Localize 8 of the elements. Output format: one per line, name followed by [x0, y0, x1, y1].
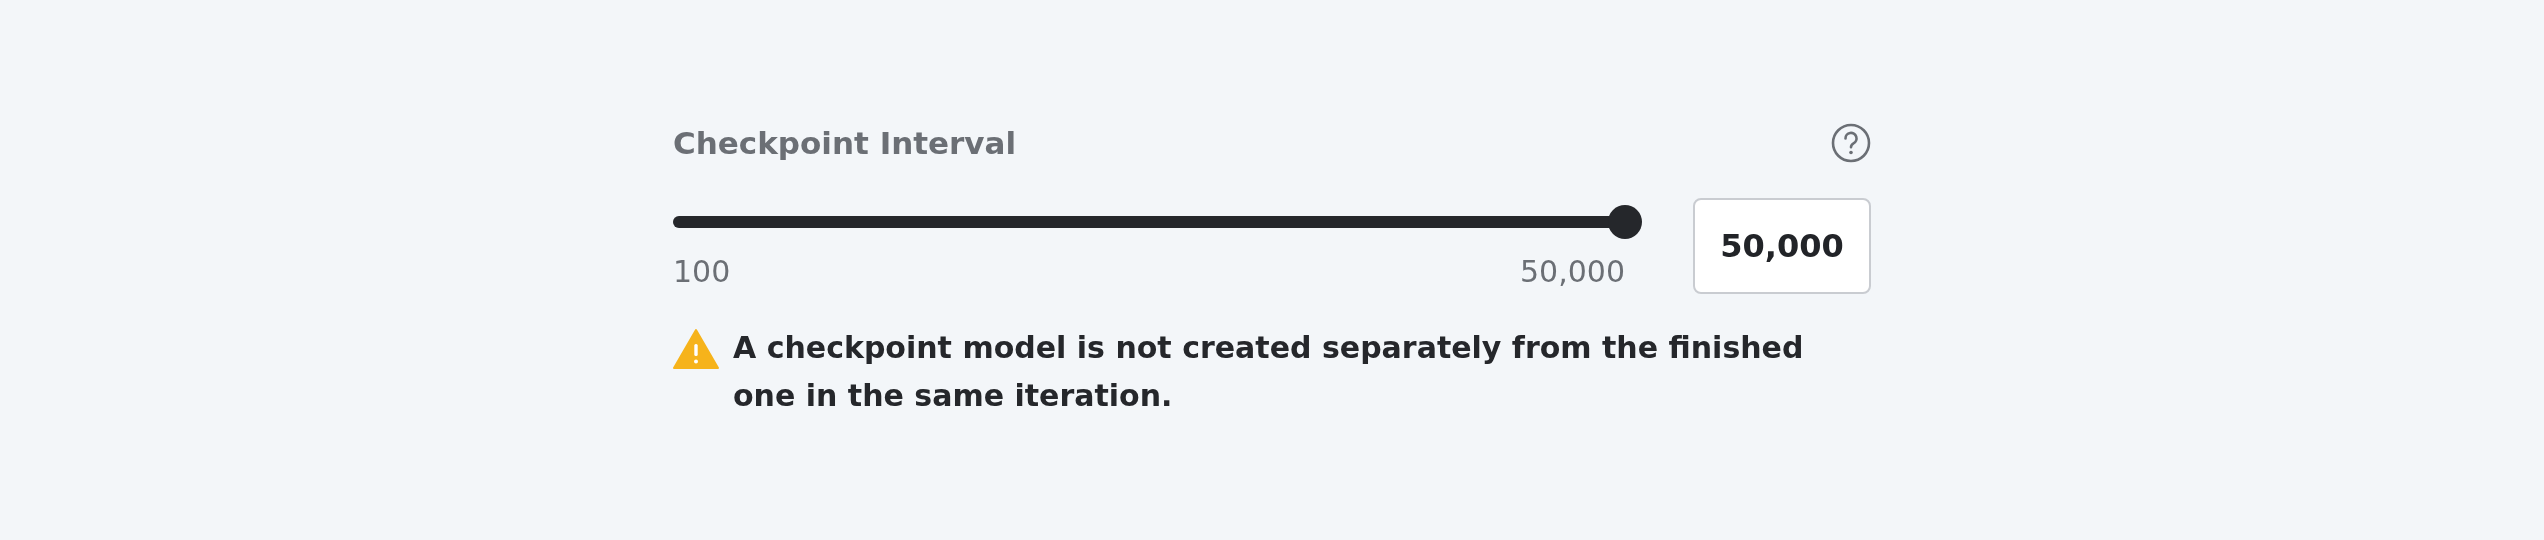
min-label: 100 — [673, 254, 731, 289]
warning-icon — [673, 328, 719, 370]
help-icon[interactable] — [1831, 123, 1871, 163]
max-label: 50,000 — [1520, 254, 1625, 289]
value-input[interactable]: 50,000 — [1693, 198, 1871, 294]
warning-message: A checkpoint model is not created separately from the finished one in the same iteration. — [733, 329, 1805, 415]
field-label: Checkpoint Interval — [673, 125, 1017, 161]
slider-thumb[interactable] — [1608, 205, 1642, 239]
